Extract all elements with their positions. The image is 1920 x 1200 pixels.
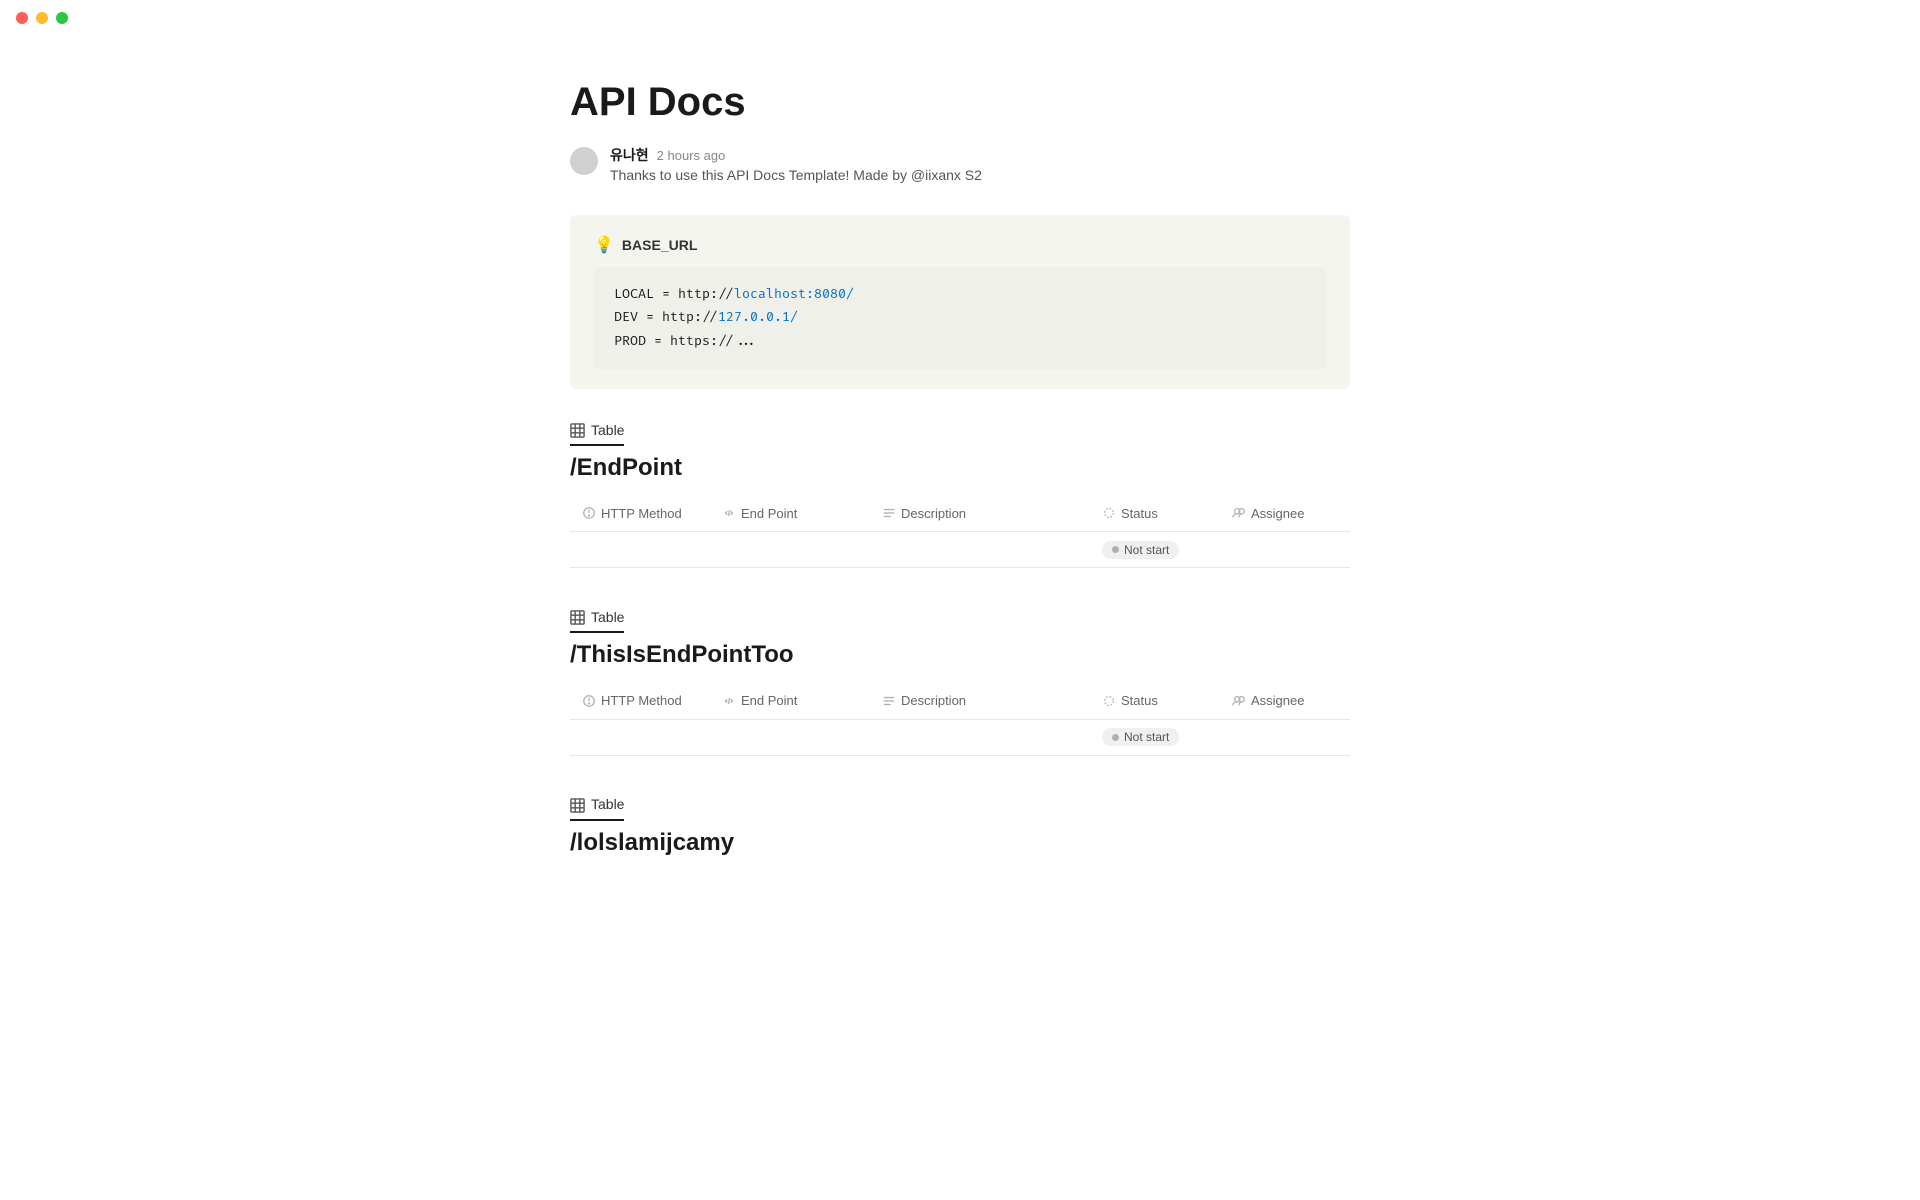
th-description-1: Description bbox=[870, 498, 1090, 532]
status-dot bbox=[1112, 546, 1119, 553]
author-time: 2 hours ago bbox=[657, 148, 726, 163]
table-label-text-1: Table bbox=[591, 422, 624, 438]
cell-description bbox=[870, 719, 1090, 755]
th-http-method-1: HTTP Method bbox=[570, 498, 710, 532]
cell-http-method bbox=[570, 532, 710, 568]
base-url-header: 💡 BASE_URL bbox=[594, 235, 1326, 255]
section-endpoint-3: Table /lolslamijcamy bbox=[570, 796, 1350, 857]
cell-status: Not start bbox=[1090, 532, 1220, 568]
th-assignee-2: Assignee bbox=[1220, 685, 1350, 719]
maximize-button[interactable] bbox=[56, 12, 68, 24]
api-table-2: HTTP Method End Point Description bbox=[570, 685, 1350, 756]
author-info: 유나현 2 hours ago Thanks to use this API D… bbox=[610, 145, 982, 183]
api-table-1: HTTP Method End Point Description bbox=[570, 498, 1350, 569]
avatar bbox=[570, 147, 598, 175]
author-section: 유나현 2 hours ago Thanks to use this API D… bbox=[570, 145, 1350, 183]
table-header-row-1: HTTP Method End Point Description bbox=[570, 498, 1350, 532]
author-description: Thanks to use this API Docs Template! Ma… bbox=[610, 167, 982, 183]
th-status-2: Status bbox=[1090, 685, 1220, 719]
cell-status: Not start bbox=[1090, 719, 1220, 755]
status-text: Not start bbox=[1124, 543, 1169, 557]
cell-end-point bbox=[710, 719, 870, 755]
status-badge: Not start bbox=[1102, 728, 1179, 746]
cell-description bbox=[870, 532, 1090, 568]
close-button[interactable] bbox=[16, 12, 28, 24]
th-end-point-2: End Point bbox=[710, 685, 870, 719]
base-url-block: 💡 BASE_URL LOCAL = http://localhost:8080… bbox=[570, 215, 1350, 389]
page-title: API Docs bbox=[570, 80, 1350, 125]
table-label-1: Table bbox=[570, 421, 624, 446]
table-label-text-3: Table bbox=[591, 796, 624, 812]
th-description-2: Description bbox=[870, 685, 1090, 719]
section-endpoint-1: Table /EndPoint HTTP Method End Point bbox=[570, 421, 1350, 568]
code-line-dev: DEV = http://127.0.0.1/ bbox=[614, 306, 1306, 329]
code-line-prod: PROD = https://... bbox=[614, 330, 1306, 353]
cell-end-point bbox=[710, 532, 870, 568]
cell-http-method bbox=[570, 719, 710, 755]
endpoint-title-1: /EndPoint bbox=[570, 454, 1350, 482]
titlebar bbox=[0, 0, 1920, 36]
table-row: Not start bbox=[570, 719, 1350, 755]
status-badge: Not start bbox=[1102, 541, 1179, 559]
th-end-point-1: End Point bbox=[710, 498, 870, 532]
endpoint-title-3: /lolslamijcamy bbox=[570, 829, 1350, 857]
table-icon-3 bbox=[570, 796, 585, 813]
table-label-2: Table bbox=[570, 608, 624, 633]
minimize-button[interactable] bbox=[36, 12, 48, 24]
section-endpoint-2: Table /ThisIsEndPointToo HTTP Method End bbox=[570, 608, 1350, 755]
table-icon-1 bbox=[570, 421, 585, 438]
status-dot bbox=[1112, 734, 1119, 741]
base-url-label: BASE_URL bbox=[622, 237, 697, 253]
th-http-method-2: HTTP Method bbox=[570, 685, 710, 719]
table-header-row-2: HTTP Method End Point Description bbox=[570, 685, 1350, 719]
status-text: Not start bbox=[1124, 730, 1169, 744]
code-line-local: LOCAL = http://localhost:8080/ bbox=[614, 283, 1306, 306]
table-icon-2 bbox=[570, 608, 585, 625]
code-block: LOCAL = http://localhost:8080/ DEV = htt… bbox=[594, 267, 1326, 369]
table-row: Not start bbox=[570, 532, 1350, 568]
table-label-text-2: Table bbox=[591, 609, 624, 625]
th-assignee-1: Assignee bbox=[1220, 498, 1350, 532]
cell-assignee bbox=[1220, 719, 1350, 755]
th-status-1: Status bbox=[1090, 498, 1220, 532]
main-content: API Docs 유나현 2 hours ago Thanks to use t… bbox=[530, 0, 1390, 997]
author-name: 유나현 bbox=[610, 145, 649, 165]
endpoint-title-2: /ThisIsEndPointToo bbox=[570, 641, 1350, 669]
table-label-3: Table bbox=[570, 796, 624, 821]
author-meta: 유나현 2 hours ago bbox=[610, 145, 982, 165]
cell-assignee bbox=[1220, 532, 1350, 568]
bulb-icon: 💡 bbox=[594, 235, 614, 255]
